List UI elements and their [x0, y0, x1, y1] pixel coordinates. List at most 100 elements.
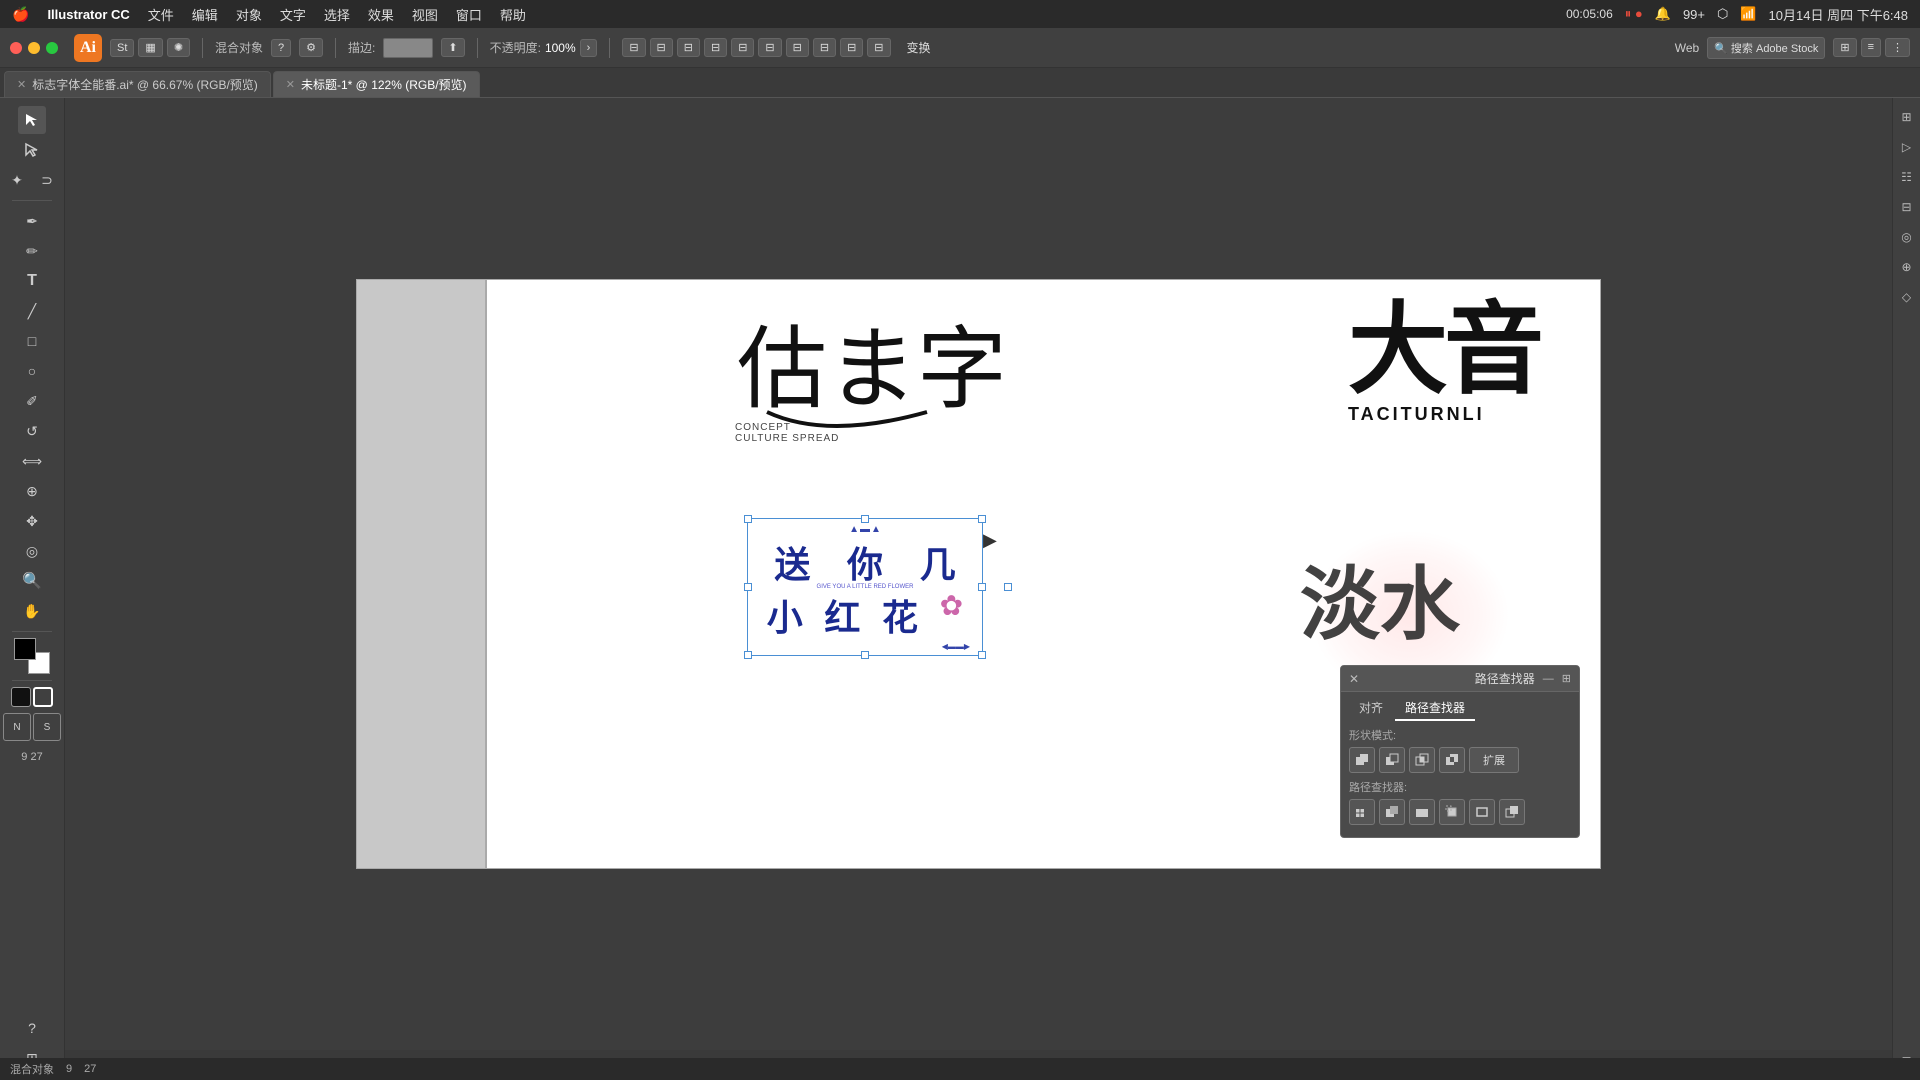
pf-btn-divide[interactable] — [1349, 799, 1375, 825]
distribute-h[interactable]: ⊟ — [786, 38, 809, 57]
tool-pen[interactable]: ✒ — [18, 207, 46, 235]
tool-direct-select[interactable] — [18, 136, 46, 164]
handle-mid-right[interactable] — [978, 583, 986, 591]
color-indicators[interactable] — [14, 638, 50, 674]
tool-pencil[interactable]: ✏ — [18, 237, 46, 265]
tab-close-0[interactable]: ✕ — [17, 78, 26, 91]
distribute-space-h[interactable]: ⊟ — [840, 38, 863, 57]
menu-file[interactable]: 文件 — [148, 5, 174, 24]
tool-reflect[interactable]: ⟺ — [18, 447, 46, 475]
handle-rotate[interactable] — [1004, 583, 1012, 591]
panel-grid-view[interactable]: ⊞ — [1833, 38, 1856, 57]
tab-1[interactable]: ✕ 未标题-1* @ 122% (RGB/预览) — [273, 71, 480, 97]
tool-magic-wand[interactable]: ✦ — [3, 166, 31, 194]
menu-view[interactable]: 视图 — [412, 5, 438, 24]
handle-top-left[interactable] — [744, 515, 752, 523]
tool-question[interactable]: ? — [18, 1014, 46, 1042]
tool-text[interactable]: T — [18, 267, 46, 295]
tool-rotate[interactable]: ↺ — [18, 417, 46, 445]
menu-text[interactable]: 文字 — [280, 5, 306, 24]
pf-tab-pathfinder[interactable]: 路径查找器 — [1395, 696, 1475, 721]
pf-collapse[interactable]: — — [1543, 673, 1554, 685]
apple-menu[interactable]: 🍎 — [12, 6, 29, 23]
handle-bot-right[interactable] — [978, 651, 986, 659]
align-center-v[interactable]: ⊟ — [731, 38, 754, 57]
distribute-space-v[interactable]: ⊟ — [867, 38, 890, 57]
toolbar-btn-3[interactable]: ✺ — [167, 38, 190, 57]
menu-object[interactable]: 对象 — [236, 5, 262, 24]
align-left[interactable]: ⊟ — [622, 38, 645, 57]
transform-label[interactable]: 变换 — [907, 39, 931, 56]
handle-bot-center[interactable] — [861, 651, 869, 659]
toolbar-btn-1[interactable]: St — [110, 39, 134, 57]
menu-window[interactable]: 窗口 — [456, 5, 482, 24]
pf-close[interactable]: ✕ — [1349, 672, 1359, 686]
menu-effects[interactable]: 效果 — [368, 5, 394, 24]
panel-btn-5[interactable]: ◎ — [1896, 226, 1918, 248]
pf-btn-minus-front[interactable] — [1379, 747, 1405, 773]
panel-btn-4[interactable]: ⊟ — [1896, 196, 1918, 218]
menu-app-name[interactable]: Illustrator CC — [47, 7, 129, 22]
tool-ellipse[interactable]: ○ — [18, 357, 46, 385]
align-center-h[interactable]: ⊟ — [650, 38, 673, 57]
tool-select[interactable] — [18, 106, 46, 134]
tool-gradient[interactable]: ◎ — [18, 537, 46, 565]
mixed-object-help[interactable]: ? — [271, 39, 291, 57]
pf-expand[interactable]: ⊞ — [1562, 672, 1571, 685]
canvas-area[interactable]: 估ま字 CONCEPT CULTURE SPREAD 大音 TACITURNLI — [65, 98, 1892, 1050]
pf-btn-minus-back[interactable] — [1499, 799, 1525, 825]
tab-close-1[interactable]: ✕ — [286, 78, 295, 91]
minimize-button[interactable] — [28, 42, 40, 54]
tab-0[interactable]: ✕ 标志字体全能番.ai* @ 66.67% (RGB/预览) — [4, 71, 271, 97]
pf-btn-trim[interactable] — [1379, 799, 1405, 825]
maximize-button[interactable] — [46, 42, 58, 54]
tool-brush[interactable]: ✐ — [18, 387, 46, 415]
stroke-adjust[interactable]: ⬆ — [441, 38, 464, 57]
handle-top-center[interactable] — [861, 515, 869, 523]
pf-btn-outline[interactable] — [1469, 799, 1495, 825]
mixed-object-settings[interactable]: ⚙ — [299, 38, 323, 57]
close-button[interactable] — [10, 42, 22, 54]
handle-bot-left[interactable] — [744, 651, 752, 659]
pf-btn-exclude[interactable] — [1439, 747, 1465, 773]
tool-rect[interactable]: □ — [18, 327, 46, 355]
fill-box[interactable] — [11, 687, 31, 707]
panel-btn-2[interactable]: ▷ — [1896, 136, 1918, 158]
pf-btn-intersect[interactable] — [1409, 747, 1435, 773]
tool-blend[interactable]: ✥ — [18, 507, 46, 535]
pf-expand-btn[interactable]: 扩展 — [1469, 747, 1519, 773]
menu-help[interactable]: 帮助 — [500, 5, 526, 24]
stroke-box[interactable] — [33, 687, 53, 707]
foreground-color[interactable] — [14, 638, 36, 660]
menu-select[interactable]: 选择 — [324, 5, 350, 24]
panel-btn-3[interactable]: ☷ — [1896, 166, 1918, 188]
pf-tab-align[interactable]: 对齐 — [1349, 696, 1393, 721]
tool-scale[interactable]: ⊕ — [18, 477, 46, 505]
panel-btn-1[interactable]: ⊞ — [1896, 106, 1918, 128]
notification-icon[interactable]: 🔔 — [1655, 6, 1671, 22]
align-bottom[interactable]: ⊟ — [758, 38, 781, 57]
selected-object[interactable]: ▲ ▬ ▲ 送 你 几 GIVE YOU A LITTLE RED — [747, 518, 983, 656]
menu-edit[interactable]: 编辑 — [192, 5, 218, 24]
opacity-adjust[interactable]: › — [580, 39, 598, 57]
panel-more[interactable]: ⋮ — [1885, 38, 1910, 57]
stroke-color[interactable] — [383, 38, 433, 58]
handle-mid-left[interactable] — [744, 583, 752, 591]
align-top[interactable]: ⊟ — [704, 38, 727, 57]
pf-btn-merge[interactable] — [1409, 799, 1435, 825]
distribute-v[interactable]: ⊟ — [813, 38, 836, 57]
align-right[interactable]: ⊟ — [677, 38, 700, 57]
pf-btn-crop[interactable] — [1439, 799, 1465, 825]
toolbar-btn-2[interactable]: ▦ — [138, 38, 162, 57]
tool-line[interactable]: ╱ — [18, 297, 46, 325]
pf-btn-unite[interactable] — [1349, 747, 1375, 773]
panel-btn-6[interactable]: ⊕ — [1896, 256, 1918, 278]
tool-zoom[interactable]: 🔍 — [18, 567, 46, 595]
tool-lasso[interactable]: ⊃ — [33, 166, 61, 194]
screen-mode[interactable]: S — [33, 713, 61, 741]
normal-mode[interactable]: N — [3, 713, 31, 741]
panel-btn-7[interactable]: ◇ — [1896, 286, 1918, 308]
tool-hand[interactable]: ✋ — [18, 597, 46, 625]
search-btn[interactable]: 🔍 搜索 Adobe Stock — [1707, 37, 1825, 59]
handle-top-right[interactable] — [978, 515, 986, 523]
